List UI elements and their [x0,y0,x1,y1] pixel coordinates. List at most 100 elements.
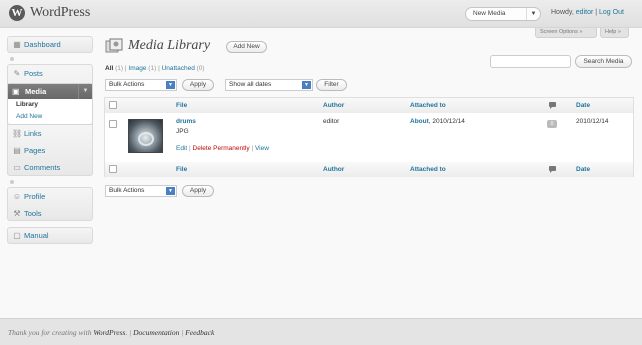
sidebar-item-manual[interactable]: ▢ Manual [7,228,93,244]
chevron-down-icon[interactable]: ▼ [166,81,175,89]
search-media-button[interactable]: Search Media [575,55,632,68]
edit-link[interactable]: Edit [176,145,187,152]
chevron-down-icon[interactable]: ▼ [302,81,311,89]
attached-to: About, 2010/12/14 [410,118,465,125]
bulk-actions-value: Bulk Actions [109,187,145,194]
comments-column-icon[interactable] [549,166,556,173]
screen-options-label[interactable]: Screen Options » [540,29,583,35]
sidebar-item-comments[interactable]: ▭ Comments [7,160,93,176]
filter-all[interactable]: All [105,65,113,72]
footer-wordpress-link[interactable]: WordPress [93,328,125,337]
sidebar-item-tools[interactable]: ⚒ Tools [7,206,93,222]
sidebar-item-label[interactable]: Comments [24,163,60,172]
filter-separator: | [124,65,127,72]
delete-permanently-link[interactable]: Delete Permanently [193,145,250,152]
sidebar-item-label[interactable]: Pages [24,146,45,155]
help-tab[interactable]: Help » [600,28,629,38]
column-author[interactable]: Author [323,166,344,173]
chevron-down-icon[interactable]: ▼ [78,84,92,99]
search-input[interactable] [490,55,571,68]
media-icon: ▣ [12,87,20,96]
comments-icon: ▭ [13,163,21,172]
table-footer: File Author Attached to Date [105,162,633,177]
pages-icon: ▤ [13,146,21,155]
media-type: JPG [176,128,189,135]
pin-icon: ✎ [13,69,21,78]
row-checkbox[interactable] [109,120,117,128]
submenu-add-new[interactable]: Add New [16,113,42,120]
apply-button-bottom[interactable]: Apply [182,185,214,197]
footer-feedback-link[interactable]: Feedback [185,328,214,337]
logout-link[interactable]: Log Out [599,9,624,16]
chevron-down-icon[interactable]: ▼ [166,187,175,195]
column-author[interactable]: Author [323,102,344,109]
howdy-text: Howdy, [551,9,576,16]
screen-options-tab[interactable]: Screen Options » [535,28,597,38]
sidebar-item-label[interactable]: Posts [24,69,43,78]
sidebar-item-pages[interactable]: ▤ Pages [7,143,93,159]
media-title-link[interactable]: drums [176,118,196,125]
dates-value: Show all dates [229,81,272,88]
favorite-actions-dropdown[interactable]: New Media ▼ [465,7,541,21]
column-date[interactable]: Date [576,102,590,109]
select-all-checkbox-bottom[interactable] [109,165,117,173]
sidebar-item-label[interactable]: Manual [24,231,49,240]
username-link[interactable]: editor [576,9,594,16]
apply-button-top[interactable]: Apply [182,79,214,91]
dashboard-icon: ▦ [13,40,21,49]
chevron-down-icon[interactable]: ▼ [526,8,540,20]
sidebar-item-label[interactable]: Profile [24,192,45,201]
submenu-library[interactable]: Library [16,101,38,108]
filter-unattached-count: (0) [196,65,205,72]
wordpress-logo-icon[interactable]: W [9,5,25,21]
column-attached-to[interactable]: Attached to [410,102,446,109]
column-date[interactable]: Date [576,166,590,173]
column-file[interactable]: File [176,102,187,109]
comment-count-bubble[interactable]: 0 [547,120,557,128]
column-attached-to[interactable]: Attached to [410,166,446,173]
add-new-button[interactable]: Add New [226,41,267,53]
bulk-actions-select-bottom[interactable]: Bulk Actions ▼ [105,185,177,197]
sidebar-item-posts[interactable]: ✎ Posts [7,66,93,82]
favorite-actions-label[interactable]: New Media [473,10,506,17]
media-menu-header[interactable]: ▣ Media ▼ [8,84,92,99]
filter-separator: | [158,65,160,72]
sidebar-item-dashboard[interactable]: ▦ Dashboard [7,37,93,53]
sidebar-item-media[interactable]: ▣ Media ▼ Library Add New [7,83,93,125]
sidebar-item-links[interactable]: ⛓ Links [7,126,93,142]
sidebar-item-label[interactable]: Dashboard [24,40,61,49]
media-author: editor [323,118,340,125]
attached-post-link[interactable]: About [410,118,429,125]
profile-icon: ☺ [12,192,22,201]
comments-column-icon[interactable] [549,102,556,109]
footer-text: Thank you for creating with WordPress. |… [8,328,214,337]
sidebar-item-label[interactable]: Media [25,87,46,96]
column-file[interactable]: File [176,166,187,173]
media-table: File Author Attached to Date drums JPG E… [104,97,634,177]
row-actions: Edit | Delete Permanently | View [176,145,269,152]
footer-thanks: Thank you for creating with [8,328,94,337]
sidebar-item-label[interactable]: Tools [24,209,42,218]
separator: | [251,145,254,152]
filter-button[interactable]: Filter [316,79,347,91]
site-title[interactable]: WordPress [30,5,90,21]
filter-unattached[interactable]: Unattached [162,65,195,72]
media-type-filters: All (1) | Image (1) | Unattached (0) [105,65,205,72]
select-all-checkbox[interactable] [109,101,117,109]
bulk-actions-value: Bulk Actions [109,81,145,88]
filter-image[interactable]: Image [128,65,146,72]
sidebar-separator [7,180,93,185]
media-thumbnail[interactable] [128,119,163,153]
dates-select[interactable]: Show all dates ▼ [225,79,313,91]
sidebar-item-profile[interactable]: ☺ Profile [7,189,93,205]
footer-documentation-link[interactable]: Documentation [133,328,179,337]
tools-icon: ⚒ [13,209,21,218]
bulk-actions-select-top[interactable]: Bulk Actions ▼ [105,79,177,91]
sidebar-item-label[interactable]: Links [24,129,42,138]
filter-all-count: (1) [115,65,124,72]
view-link[interactable]: View [255,145,269,152]
help-label[interactable]: Help » [605,29,621,35]
admin-footer: Thank you for creating with WordPress. |… [0,318,642,345]
link-icon: ⛓ [12,129,23,138]
attached-date: , 2010/12/14 [428,118,465,125]
